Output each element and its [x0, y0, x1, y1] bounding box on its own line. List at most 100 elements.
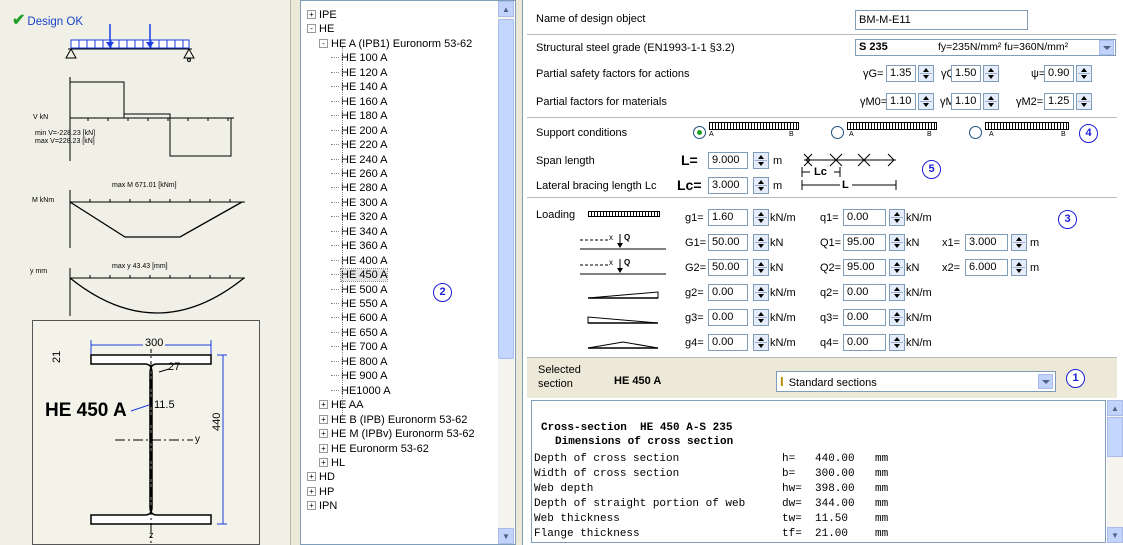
tree-item[interactable]: HE 800 A — [331, 355, 387, 369]
load-g-spinner[interactable] — [753, 334, 769, 351]
tree-item[interactable]: - HE — [307, 22, 334, 36]
tree-item[interactable]: + IPN — [307, 499, 337, 513]
load-g-input[interactable]: 0.00 — [708, 309, 748, 326]
scroll-up-button[interactable]: ▲ — [498, 1, 514, 17]
load-q-input[interactable]: 95.00 — [843, 259, 886, 276]
tree-item[interactable]: HE 550 A — [331, 297, 387, 311]
report-scrollbar[interactable]: ▲ ▼ — [1107, 400, 1123, 543]
load-x-input[interactable]: 3.000 — [965, 234, 1008, 251]
report-pane[interactable]: Cross-section HE 450 A-S 235 Dimensions … — [531, 400, 1106, 543]
load-q-input[interactable]: 0.00 — [843, 309, 886, 326]
tree-item[interactable]: HE 600 A — [331, 311, 387, 325]
support-both-fixed-radio[interactable] — [969, 126, 982, 139]
load-x-input[interactable]: 6.000 — [965, 259, 1008, 276]
load-g-spinner[interactable] — [753, 259, 769, 276]
tree-item[interactable]: HE 100 A — [331, 51, 387, 65]
section-tree[interactable]: + IPE - HE - HE A (IPB1) Euronorm 53-62 HE 100… — [300, 0, 516, 545]
tree-item[interactable]: + HL — [319, 456, 345, 470]
scroll-down-button[interactable]: ▼ — [1107, 527, 1123, 543]
tree-item[interactable]: HE 280 A — [331, 181, 387, 195]
load-q-input[interactable]: 0.00 — [843, 334, 886, 351]
load-q-input[interactable]: 0.00 — [843, 209, 886, 226]
gamma-q-input[interactable]: 1.50 — [951, 65, 981, 82]
collapse-icon[interactable]: - — [319, 38, 328, 48]
expand-icon[interactable]: + — [319, 429, 328, 439]
expand-icon[interactable]: + — [307, 486, 316, 496]
gamma-m1-input[interactable]: 1.10 — [951, 93, 981, 110]
load-g-spinner[interactable] — [753, 309, 769, 326]
load-g-input[interactable]: 0.00 — [708, 334, 748, 351]
tree-item[interactable]: HE 180 A — [331, 109, 387, 123]
expand-icon[interactable]: + — [307, 501, 316, 511]
tree-scrollbar[interactable]: ▲ ▼ — [498, 1, 514, 544]
load-g-input[interactable]: 50.00 — [708, 259, 748, 276]
expand-icon[interactable]: + — [307, 10, 316, 19]
tree-item[interactable]: + HD — [307, 470, 335, 484]
support-simple-radio[interactable] — [693, 126, 706, 139]
load-q-spinner[interactable] — [889, 209, 905, 226]
load-q-input[interactable]: 95.00 — [843, 234, 886, 251]
tree-item[interactable]: HE1000 A — [331, 384, 391, 398]
tree-item[interactable]: HE 700 A — [331, 340, 387, 354]
support-fixed-end-radio[interactable] — [831, 126, 844, 139]
chevron-down-icon[interactable] — [1038, 374, 1053, 389]
tree-item[interactable]: HE 260 A — [331, 167, 387, 181]
section-type-select[interactable]: I Standard sections — [776, 371, 1056, 392]
gamma-m0-input[interactable]: 1.10 — [886, 93, 916, 110]
tree-item[interactable]: HE 500 A — [331, 283, 387, 297]
lc-spinner[interactable] — [753, 177, 769, 194]
load-q-spinner[interactable] — [889, 309, 905, 326]
gamma-m0-spinner[interactable] — [918, 93, 934, 110]
load-q-spinner[interactable] — [889, 334, 905, 351]
tree-item[interactable]: + IPE — [307, 8, 337, 22]
gamma-m2-spinner[interactable] — [1076, 93, 1092, 110]
load-g-spinner[interactable] — [753, 209, 769, 226]
load-q-spinner[interactable] — [889, 259, 905, 276]
load-q-spinner[interactable] — [889, 284, 905, 301]
tree-item[interactable]: + HE M (IPBv) Euronorm 53-62 — [319, 427, 475, 441]
tree-item[interactable]: HE 120 A — [331, 66, 387, 80]
gamma-g-spinner[interactable] — [918, 65, 934, 82]
gamma-m2-input[interactable]: 1.25 — [1044, 93, 1074, 110]
tree-item[interactable]: HE 320 A — [331, 210, 387, 224]
psi-spinner[interactable] — [1076, 65, 1092, 82]
expand-icon[interactable]: + — [319, 443, 328, 453]
load-g-spinner[interactable] — [753, 234, 769, 251]
steel-grade-select[interactable]: S 235 fy=235N/mm² fu=360N/mm² — [855, 39, 1116, 56]
expand-icon[interactable]: + — [319, 457, 328, 467]
span-spinner[interactable] — [753, 152, 769, 169]
scroll-thumb[interactable] — [498, 19, 514, 359]
load-g-input[interactable]: 50.00 — [708, 234, 748, 251]
span-input[interactable]: 9.000 — [708, 152, 748, 169]
tree-item[interactable]: HE 340 A — [331, 225, 387, 239]
tree-item[interactable]: HE 240 A — [331, 153, 387, 167]
gamma-m1-spinner[interactable] — [983, 93, 999, 110]
load-x-spinner[interactable] — [1011, 259, 1027, 276]
tree-item[interactable]: HE 140 A — [331, 80, 387, 94]
expand-icon[interactable]: + — [319, 414, 328, 424]
load-g-input[interactable]: 0.00 — [708, 284, 748, 301]
load-q-input[interactable]: 0.00 — [843, 284, 886, 301]
tree-item[interactable]: HE 400 A — [331, 254, 387, 268]
expand-icon[interactable]: + — [307, 472, 316, 482]
scroll-down-button[interactable]: ▼ — [498, 528, 514, 544]
lc-input[interactable]: 3.000 — [708, 177, 748, 194]
gamma-g-input[interactable]: 1.35 — [886, 65, 916, 82]
name-input[interactable]: BM-M-E11 — [855, 10, 1028, 30]
tree-item[interactable]: + HE Euronorm 53-62 — [319, 442, 429, 456]
load-q-spinner[interactable] — [889, 234, 905, 251]
tree-item[interactable]: HE 900 A — [331, 369, 387, 383]
psi-input[interactable]: 0.90 — [1044, 65, 1074, 82]
scroll-up-button[interactable]: ▲ — [1107, 400, 1123, 416]
gamma-q-spinner[interactable] — [983, 65, 999, 82]
load-g-spinner[interactable] — [753, 284, 769, 301]
tree-item[interactable]: + HP — [307, 485, 334, 499]
tree-item[interactable]: HE 300 A — [331, 196, 387, 210]
tree-item[interactable]: HE 160 A — [331, 95, 387, 109]
tree-item[interactable]: HE 360 A — [331, 239, 387, 253]
tree-item[interactable]: HE 200 A — [331, 124, 387, 138]
load-x-spinner[interactable] — [1011, 234, 1027, 251]
tree-item[interactable]: HE 450 A — [331, 268, 389, 283]
tree-item[interactable]: HE 650 A — [331, 326, 387, 340]
expand-icon[interactable]: + — [319, 400, 328, 410]
